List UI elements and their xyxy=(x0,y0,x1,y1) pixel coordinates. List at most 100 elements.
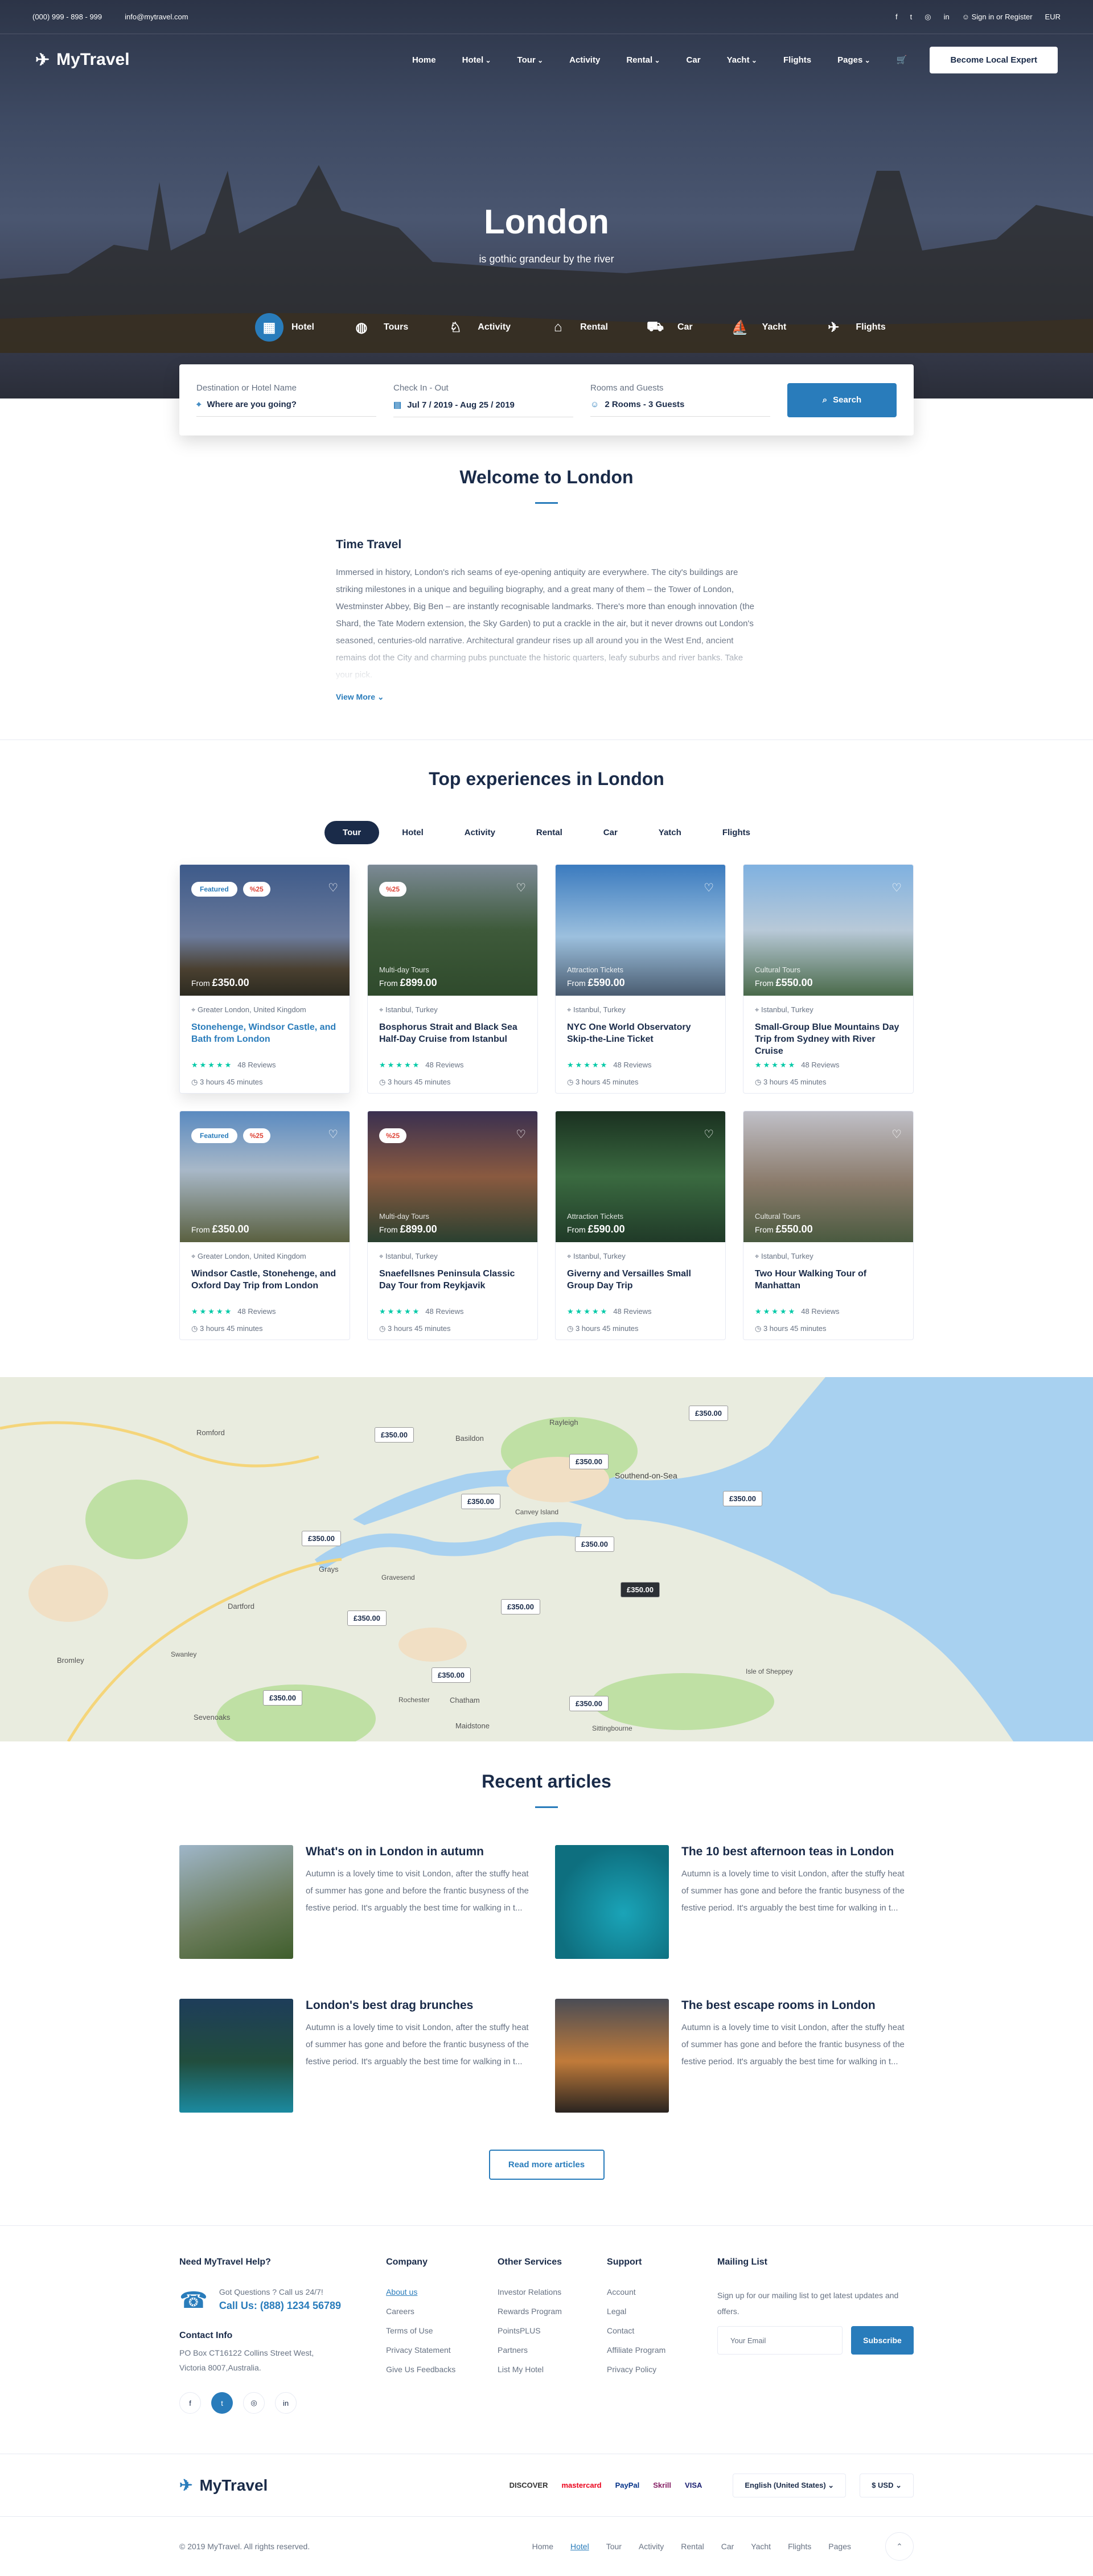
heart-icon[interactable]: ♡ xyxy=(516,881,526,895)
facebook-icon[interactable]: f xyxy=(895,13,898,21)
instagram-icon[interactable]: ◎ xyxy=(924,13,931,22)
dates-value[interactable]: Jul 7 / 2019 - Aug 25 / 2019 xyxy=(407,400,515,410)
experience-card[interactable]: Featured %25 ♡ From £350.00 ⌖ Greater Lon… xyxy=(179,1111,350,1340)
read-more-button[interactable]: Read more articles xyxy=(488,2150,605,2180)
article-title[interactable]: What's on in London in autumn xyxy=(306,1845,538,1859)
logo[interactable]: ✈ MyTravel xyxy=(35,50,130,70)
card-title[interactable]: Small-Group Blue Mountains Day Trip from… xyxy=(755,1021,902,1057)
cart-icon[interactable]: 🛒 xyxy=(897,55,907,65)
search-button[interactable]: ⌕ Search xyxy=(787,383,897,417)
article-title[interactable]: The best escape rooms in London xyxy=(681,1999,914,2012)
map-marker[interactable]: £350.00 xyxy=(569,1454,609,1469)
map-marker[interactable]: £350.00 xyxy=(432,1667,471,1683)
footer-link[interactable]: Give Us Feedbacks xyxy=(386,2365,498,2374)
view-more-link[interactable]: View More ⌄ xyxy=(336,692,384,702)
footer-link[interactable]: Account xyxy=(607,2287,717,2296)
bottom-link[interactable]: Rental xyxy=(681,2542,704,2551)
article-item[interactable]: The best escape rooms in London Autumn is… xyxy=(555,1999,914,2113)
footer-link[interactable]: Privacy Policy xyxy=(607,2365,717,2374)
experience-card[interactable]: %25 ♡ Multi-day Tours From £899.00 ⌖ Ist… xyxy=(367,1111,538,1340)
currency-select[interactable]: $ USD ⌄ xyxy=(860,2473,914,2497)
nav-rental[interactable]: Rental xyxy=(626,55,660,65)
nav-activity[interactable]: Activity xyxy=(569,55,600,65)
tab-car[interactable]: Car xyxy=(585,821,636,844)
heart-icon[interactable]: ♡ xyxy=(516,1127,526,1141)
card-image[interactable]: ♡ Attraction Tickets From £590.00 xyxy=(556,1111,725,1242)
destination-field[interactable]: Destination or Hotel Name ⌖ Where are you … xyxy=(196,383,376,417)
email-field[interactable]: Your Email xyxy=(717,2326,843,2355)
rooms-value[interactable]: 2 Rooms - 3 Guests xyxy=(605,400,684,409)
tab-hotel[interactable]: Hotel xyxy=(384,821,442,844)
nav-home[interactable]: Home xyxy=(412,55,436,65)
footer-link[interactable]: About us xyxy=(386,2287,498,2296)
footer-link[interactable]: Terms of Use xyxy=(386,2326,498,2335)
help-phone[interactable]: (888) 1234 56789 xyxy=(260,2300,341,2311)
bottom-link[interactable]: Pages xyxy=(828,2542,851,2551)
card-title[interactable]: Snaefellsnes Peninsula Classic Day Tour … xyxy=(379,1268,526,1304)
signin-link[interactable]: ☺ Sign in or Register xyxy=(962,13,1033,21)
bottom-link[interactable]: Activity xyxy=(639,2542,664,2551)
bottom-link[interactable]: Hotel xyxy=(570,2542,589,2551)
card-title[interactable]: Giverny and Versailles Small Group Day T… xyxy=(567,1268,714,1304)
card-title[interactable]: Two Hour Walking Tour of Manhattan xyxy=(755,1268,902,1304)
article-image[interactable] xyxy=(179,1845,293,1959)
footer-link[interactable]: Rewards Program xyxy=(498,2307,607,2316)
rooms-field[interactable]: Rooms and Guests ☺ 2 Rooms - 3 Guests xyxy=(590,383,770,417)
tab-rental[interactable]: ⌂ Rental xyxy=(544,313,608,342)
tab-yatch[interactable]: Yatch xyxy=(640,821,700,844)
card-image[interactable]: ♡ Attraction Tickets From £590.00 xyxy=(556,865,725,996)
twitter-icon[interactable]: t xyxy=(910,13,913,21)
article-item[interactable]: What's on in London in autumn Autumn is a… xyxy=(179,1845,538,1959)
tab-hotel[interactable]: ▦ Hotel xyxy=(255,313,314,342)
email[interactable]: info@mytravel.com xyxy=(125,13,188,21)
bottom-link[interactable]: Flights xyxy=(788,2542,811,2551)
language-select[interactable]: English (United States) ⌄ xyxy=(733,2473,847,2497)
experience-card[interactable]: %25 ♡ Multi-day Tours From £899.00 ⌖ Ist… xyxy=(367,864,538,1094)
card-title[interactable]: Stonehenge, Windsor Castle, and Bath fro… xyxy=(191,1021,338,1057)
card-image[interactable]: Featured %25 ♡ From £350.00 xyxy=(180,1111,350,1242)
map-marker[interactable]: £350.00 xyxy=(461,1494,500,1509)
map-marker-active[interactable]: £350.00 xyxy=(621,1582,660,1597)
nav-car[interactable]: Car xyxy=(687,55,701,65)
footer-link[interactable]: Affiliate Program xyxy=(607,2345,717,2355)
currency-select[interactable]: EUR xyxy=(1045,13,1061,21)
tab-activity[interactable]: ♘ Activity xyxy=(441,313,511,342)
article-title[interactable]: The 10 best afternoon teas in London xyxy=(681,1845,914,1859)
bottom-link[interactable]: Home xyxy=(532,2542,553,2551)
tab-yacht[interactable]: ⛵ Yacht xyxy=(726,313,787,342)
heart-icon[interactable]: ♡ xyxy=(891,1127,902,1141)
heart-icon[interactable]: ♡ xyxy=(328,1127,338,1141)
instagram-icon[interactable]: ◎ xyxy=(243,2392,265,2414)
footer-link[interactable]: PointsPLUS xyxy=(498,2326,607,2335)
experience-card[interactable]: ♡ Attraction Tickets From £590.00 ⌖ Ista… xyxy=(555,1111,726,1340)
footer-link[interactable]: Careers xyxy=(386,2307,498,2316)
card-image[interactable]: ♡ Cultural Tours From £550.00 xyxy=(743,865,913,996)
card-image[interactable]: Featured %25 ♡ From £350.00 xyxy=(180,865,350,996)
heart-icon[interactable]: ♡ xyxy=(704,1127,714,1141)
subscribe-button[interactable]: Subscribe xyxy=(851,2326,914,2355)
linkedin-icon[interactable]: in xyxy=(944,13,950,21)
nav-flights[interactable]: Flights xyxy=(783,55,811,65)
footer-link[interactable]: Investor Relations xyxy=(498,2287,607,2296)
nav-yacht[interactable]: Yacht xyxy=(727,55,757,65)
map-marker[interactable]: £350.00 xyxy=(723,1491,762,1506)
card-title[interactable]: Windsor Castle, Stonehenge, and Oxford D… xyxy=(191,1268,338,1304)
dates-field[interactable]: Check In - Out ▤ Jul 7 / 2019 - Aug 25 / 2… xyxy=(393,383,573,417)
nav-pages[interactable]: Pages xyxy=(837,55,870,65)
bottom-link[interactable]: Tour xyxy=(606,2542,622,2551)
bottom-link[interactable]: Yacht xyxy=(751,2542,771,2551)
back-to-top-icon[interactable]: ⌃ xyxy=(885,2532,914,2561)
tab-flights[interactable]: Flights xyxy=(704,821,769,844)
footer-logo[interactable]: ✈ MyTravel xyxy=(179,2476,268,2495)
tab-tours[interactable]: ◍ Tours xyxy=(347,313,409,342)
card-image[interactable]: %25 ♡ Multi-day Tours From £899.00 xyxy=(368,865,537,996)
map-marker[interactable]: £350.00 xyxy=(501,1599,540,1614)
article-image[interactable] xyxy=(555,1845,669,1959)
experience-card[interactable]: ♡ Attraction Tickets From £590.00 ⌖ Ista… xyxy=(555,864,726,1094)
heart-icon[interactable]: ♡ xyxy=(328,881,338,895)
footer-link[interactable]: Legal xyxy=(607,2307,717,2316)
heart-icon[interactable]: ♡ xyxy=(704,881,714,895)
article-item[interactable]: The 10 best afternoon teas in London Autu… xyxy=(555,1845,914,1959)
footer-link[interactable]: Contact xyxy=(607,2326,717,2335)
tab-tour[interactable]: Tour xyxy=(324,821,380,844)
